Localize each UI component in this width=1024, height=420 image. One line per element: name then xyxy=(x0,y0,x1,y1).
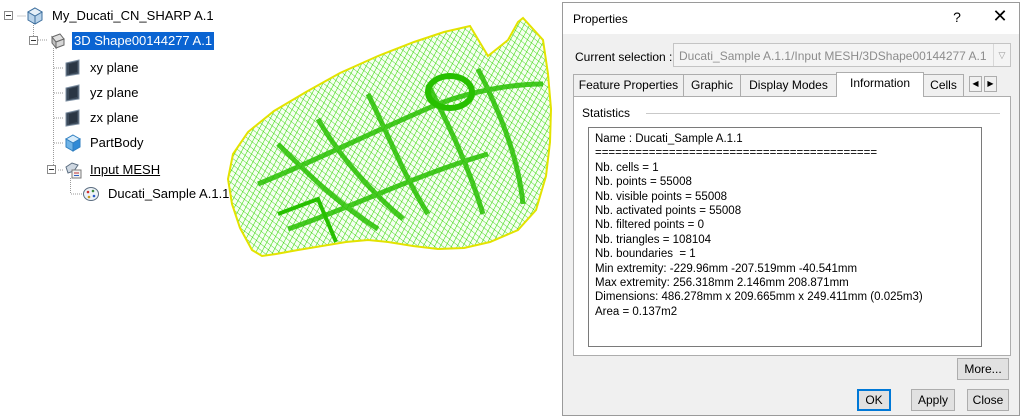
statistics-line: Nb. filtered points = 0 xyxy=(595,219,704,232)
properties-dialog: Properties ? ✕ Current selection : Ducat… xyxy=(562,2,1020,416)
tab-graphic[interactable]: Graphic xyxy=(683,74,741,96)
plane-icon xyxy=(65,84,80,102)
tree-item-input-mesh[interactable]: Input MESH xyxy=(64,159,162,181)
close-icon[interactable]: ✕ xyxy=(989,6,1011,27)
tab-scroll-right-icon[interactable]: ▶ xyxy=(984,76,997,92)
current-selection-field[interactable]: Ducati_Sample A.1.1/Input MESH/3DShape00… xyxy=(673,43,1011,67)
statistics-line: Max extremity: 256.318mm 2.146mm 208.871… xyxy=(595,277,849,290)
ok-button[interactable]: OK xyxy=(857,389,891,411)
tab-display-modes[interactable]: Display Modes xyxy=(740,74,837,96)
statistics-group-title: Statistics xyxy=(582,106,635,120)
plane-icon xyxy=(65,109,80,127)
tree-item-label: PartBody xyxy=(90,135,144,150)
tree-item-label: Input MESH xyxy=(90,162,161,177)
part-icon xyxy=(51,33,65,50)
statistics-text-box[interactable]: Name : Ducati_Sample A.1.1 =============… xyxy=(588,127,982,347)
body-icon xyxy=(64,134,82,152)
information-panel: Statistics Name : Ducati_Sample A.1.1 ==… xyxy=(573,96,1011,356)
tree-item-yz-plane[interactable]: yz plane xyxy=(64,82,140,104)
group-divider xyxy=(646,113,1000,114)
current-selection-value: Ducati_Sample A.1.1/Input MESH/3DShape00… xyxy=(679,49,987,63)
tree-item-label: xy plane xyxy=(90,60,139,75)
tab-feature-properties[interactable]: Feature Properties xyxy=(573,74,684,96)
statistics-line: Nb. visible points = 55008 xyxy=(595,190,728,203)
specification-tree: My_Ducati_CN_SHARP A.1 3D Shape00144277 … xyxy=(0,0,250,420)
mesh-surface-icon[interactable] xyxy=(218,14,558,259)
expand-collapse-toggle[interactable] xyxy=(4,11,13,20)
tree-item-label: yz plane xyxy=(90,85,139,100)
dialog-titlebar[interactable]: Properties ? ✕ xyxy=(563,3,1019,34)
more-button[interactable]: More... xyxy=(957,358,1009,380)
statistics-line: Nb. boundaries = 1 xyxy=(595,248,696,261)
tree-item-label: zx plane xyxy=(90,110,139,125)
tree-item-label: Ducati_Sample A.1.1 xyxy=(108,186,230,201)
statistics-line: Name : Ducati_Sample A.1.1 xyxy=(595,133,743,145)
statistics-line: Nb. activated points = 55008 xyxy=(595,205,742,218)
tab-scroll-left-icon[interactable]: ◀ xyxy=(969,76,982,92)
apply-button[interactable]: Apply xyxy=(911,389,955,411)
plane-icon xyxy=(65,59,80,77)
statistics-line: Dimensions: 486.278mm x 209.665mm x 249.… xyxy=(595,291,923,304)
tree-item-label: 3D Shape00144277 A.1 xyxy=(72,32,215,50)
help-button[interactable]: ? xyxy=(947,9,967,25)
dialog-title: Properties xyxy=(573,12,628,26)
mesh-set-icon xyxy=(65,162,82,179)
tree-item-root[interactable]: My_Ducati_CN_SHARP A.1 xyxy=(26,5,216,27)
statistics-line: ========================================… xyxy=(595,147,878,160)
statistics-line: Nb. triangles = 108104 xyxy=(595,233,712,246)
statistics-line: Nb. points = 55008 xyxy=(595,176,692,189)
tree-item-ducati-sample[interactable]: Ducati_Sample A.1.1 xyxy=(82,183,231,205)
tree-item-zx-plane[interactable]: zx plane xyxy=(64,107,140,129)
statistics-line: Nb. cells = 1 xyxy=(595,161,659,174)
tree-item-3d-shape[interactable]: 3D Shape00144277 A.1 xyxy=(48,30,215,52)
tab-information[interactable]: Information xyxy=(836,72,924,97)
tree-item-label: My_Ducati_CN_SHARP A.1 xyxy=(52,8,214,23)
close-button[interactable]: Close xyxy=(967,389,1009,411)
chevron-down-icon[interactable]: ▽ xyxy=(993,44,1010,66)
tab-cells[interactable]: Cells xyxy=(923,74,964,96)
tree-item-xy-plane[interactable]: xy plane xyxy=(64,57,140,79)
product-icon xyxy=(26,7,44,25)
cloud-icon xyxy=(83,187,99,201)
tree-item-partbody[interactable]: PartBody xyxy=(64,132,145,154)
statistics-line: Area = 0.137m2 xyxy=(595,305,678,318)
expand-collapse-toggle[interactable] xyxy=(47,165,56,174)
expand-collapse-toggle[interactable] xyxy=(29,36,38,45)
current-selection-label: Current selection : xyxy=(575,50,673,64)
statistics-line: Min extremity: -229.96mm -207.519mm -40.… xyxy=(595,262,858,275)
